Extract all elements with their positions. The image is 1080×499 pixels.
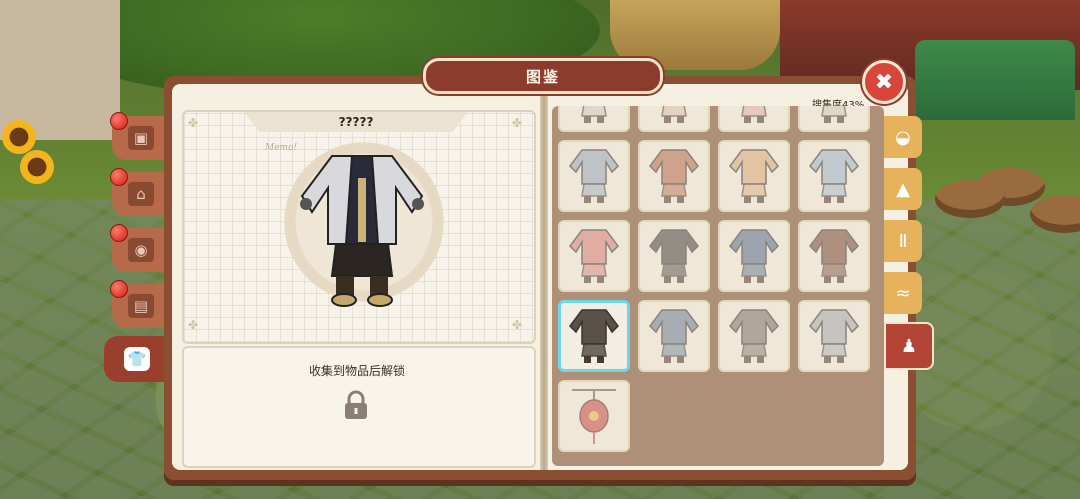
book-spine [540, 84, 548, 470]
corner-ornament: ✤ [512, 318, 523, 332]
left-tab-clothing[interactable]: 👕 [104, 336, 170, 382]
outfit-item-slot[interactable] [558, 220, 630, 292]
outfit-icon [661, 106, 687, 123]
unlock-hint: 收集到物品后解锁 [308, 364, 405, 378]
outfit-item-slot[interactable] [798, 140, 870, 212]
left-tab-owl[interactable]: ◉ [110, 224, 170, 272]
close-button[interactable]: ✖ [862, 60, 906, 104]
lock-icon [345, 390, 367, 419]
crate-icon: ▣ [128, 126, 154, 150]
corner-ornament: ✤ [188, 116, 199, 130]
page-title: 图鉴 [423, 58, 663, 94]
outfit-icon [569, 229, 619, 283]
sunflower [2, 120, 36, 154]
pants-icon: Ⅱ [898, 230, 908, 252]
notification-dot [110, 112, 128, 130]
outfit-item-slot[interactable] [798, 220, 870, 292]
notification-dot [110, 168, 128, 186]
outfit-item-slot[interactable] [638, 220, 710, 292]
green-roof-stall [915, 40, 1075, 120]
outfit-icon [821, 106, 847, 123]
left-tab-crate[interactable]: ▣ [110, 112, 170, 160]
outfit-icon [729, 229, 779, 283]
outfit-item-slot[interactable] [798, 300, 870, 372]
corner-ornament: ✤ [188, 318, 199, 332]
wooden-shed [0, 0, 120, 140]
tree-stump [935, 180, 1005, 218]
outfit-icon [741, 106, 767, 123]
outfit-icon [649, 149, 699, 203]
outfit-preview-image [300, 155, 424, 307]
outfit-item-slot[interactable] [798, 106, 870, 132]
notification-dot [110, 280, 128, 298]
outfit-item-slot[interactable] [558, 140, 630, 212]
shirt-icon: 👕 [124, 347, 150, 371]
outfit-item-slot[interactable] [718, 220, 790, 292]
right-tab-hat[interactable]: ◒ [884, 116, 922, 158]
close-icon: ✖ [874, 69, 894, 95]
outfit-icon [569, 309, 619, 363]
outfit-icon [809, 229, 859, 283]
left-tab-house[interactable]: ⌂ [110, 168, 170, 216]
right-tab-shoes[interactable]: ≈ [884, 272, 922, 314]
outfit-item-slot[interactable] [558, 106, 630, 132]
right-tab-pants[interactable]: Ⅱ [884, 220, 922, 262]
outfit-icon [729, 149, 779, 203]
outfit-item-slot[interactable] [638, 300, 710, 372]
sofa-icon: ▤ [128, 294, 154, 318]
outfit-icon [729, 309, 779, 363]
house-icon: ⌂ [128, 182, 154, 206]
right-tab-top[interactable]: ▲ [884, 168, 922, 210]
hat-icon: ◒ [895, 126, 911, 148]
item-name: ????? [244, 112, 468, 132]
outfit-icon [809, 149, 859, 203]
outfit-icon [569, 149, 619, 203]
outfit-icon [581, 106, 607, 123]
shirt-icon: ▲ [896, 178, 910, 200]
outfit-item-slot[interactable] [718, 300, 790, 372]
right-tab-outfit[interactable]: ♟ [884, 322, 934, 370]
outfit-item-slot[interactable] [718, 140, 790, 212]
owl-icon: ◉ [128, 238, 154, 262]
outfit-icon [809, 309, 859, 363]
outfit-item-slot[interactable] [638, 106, 710, 132]
left-tab-sofa[interactable]: ▤ [110, 280, 170, 328]
outfit-item-slot[interactable] [558, 300, 630, 372]
notification-dot [110, 224, 128, 242]
outfit-icon [649, 309, 699, 363]
sunflower [20, 150, 54, 184]
shoes-icon: ≈ [895, 282, 911, 304]
lantern-icon [572, 389, 616, 444]
corner-ornament: ✤ [512, 116, 523, 130]
outfit-item-slot[interactable] [718, 106, 790, 132]
outfit-icon [649, 229, 699, 283]
lantern-item-slot[interactable] [558, 380, 630, 452]
outfit-item-slot[interactable] [638, 140, 710, 212]
collection-grid [552, 106, 884, 466]
dress-icon: ♟ [900, 335, 918, 357]
memo-scribble: Memo! [265, 143, 298, 153]
